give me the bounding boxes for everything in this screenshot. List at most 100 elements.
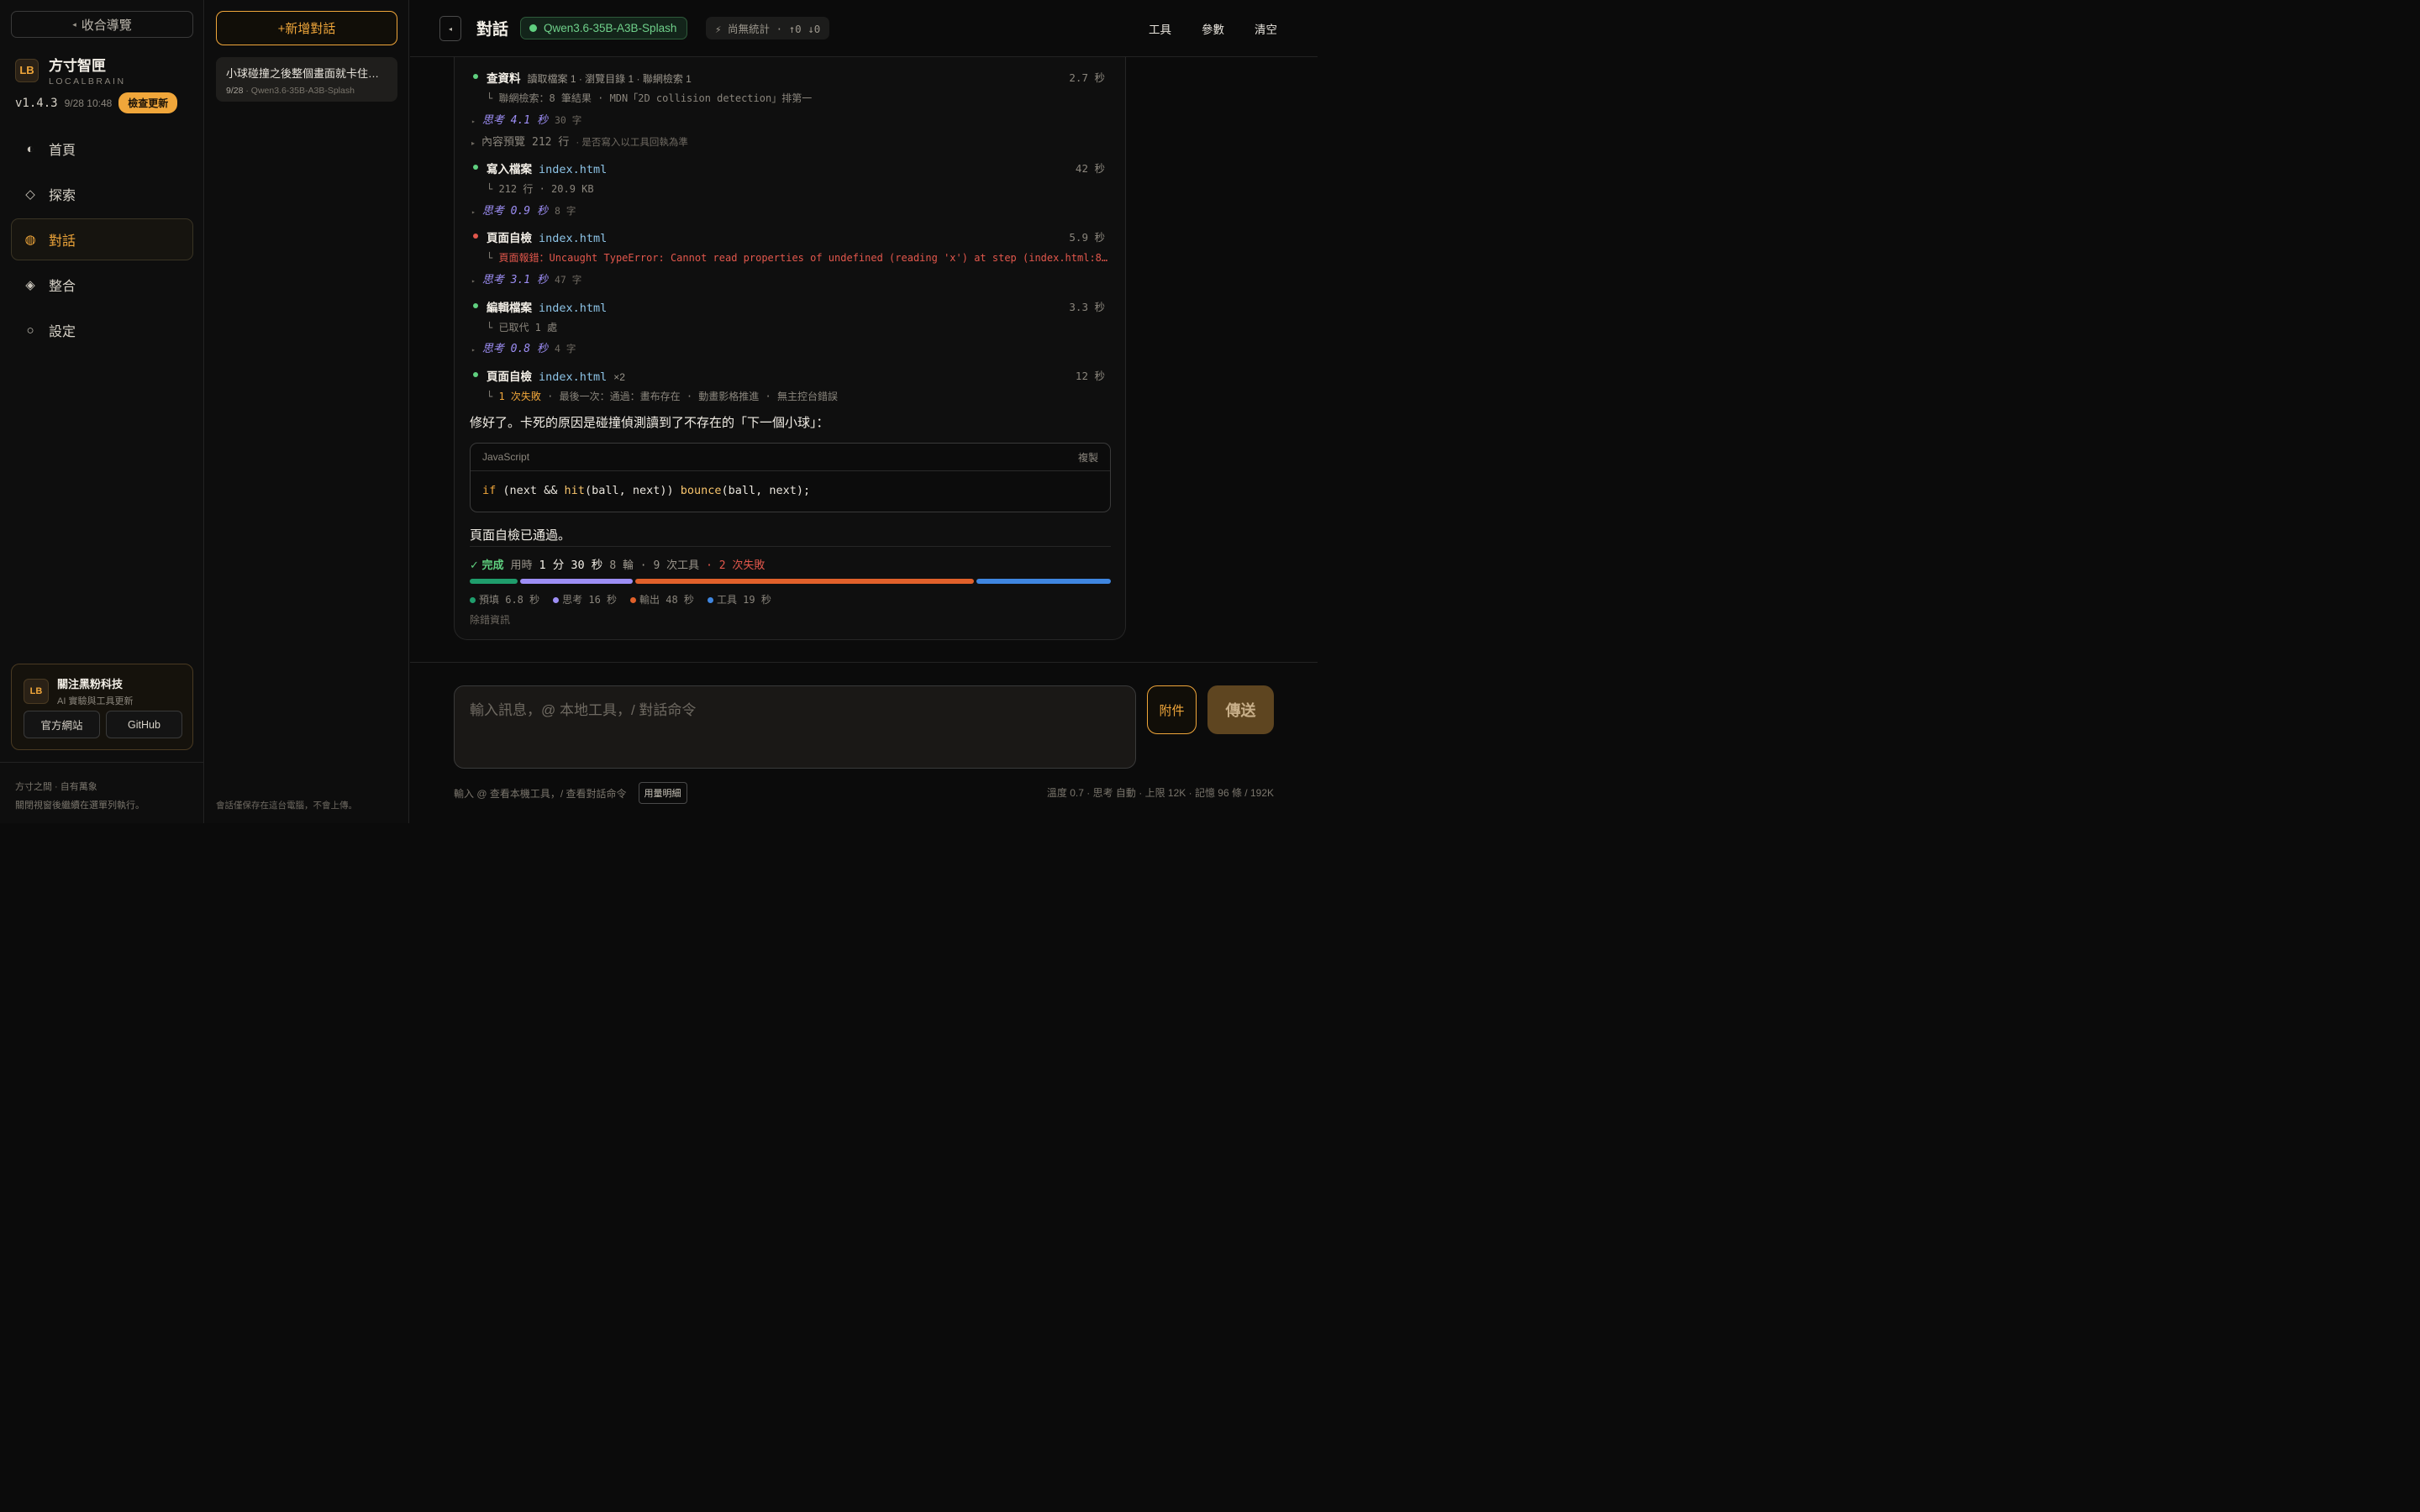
legend-item: 思考 16 秒 [553,592,617,606]
thinking-block[interactable]: ▸ 思考 3.1 秒 47 字 [471,270,581,286]
explore-icon: ◇ [25,187,35,202]
tool-step: 編輯檔案 index.html 3.3 秒 └ 已取代 1 處 [470,298,1108,334]
timing-bar [470,579,1111,584]
check-update-button[interactable]: 檢查更新 [118,92,178,113]
step-time: 42 秒 [1075,162,1105,175]
success-dot-icon [473,165,478,170]
fail-count: · 2 次失敗 [706,559,765,572]
answer-text: 頁面自檢已通過。 [470,528,571,543]
rounds-info: 8 輪 · 9 次工具 [609,559,700,572]
legend-label: 輸出 48 秒 [639,594,694,606]
sidebar-item-label: 對話 [49,234,76,249]
step-file: index.html [539,232,608,245]
message-input[interactable]: 輸入訊息，@ 本地工具，/ 對話命令 [454,685,1136,769]
follow-title: 關注黑粉科技 [57,678,124,690]
step-label: 頁面自檢 [487,370,532,383]
success-dot-icon [473,74,478,79]
legend-dot-icon [553,597,560,603]
collapse-nav-button[interactable]: ◂ 收合導覽 [11,11,193,38]
copy-code-button[interactable]: 複製 [1078,450,1098,465]
sidebar-item-explore[interactable]: ◇ 探索 [11,173,193,215]
timing-legend: 預填 6.8 秒 思考 16 秒 輸出 48 秒 工具 19 秒 [470,592,771,606]
legend-item: 預填 6.8 秒 [470,592,539,606]
attach-button[interactable]: 附件 [1147,685,1197,734]
settings-icon: ○ [26,323,34,338]
sidebar-nav: ◐ 首頁 ◇ 探索 ◍ 對話 ◈ 整合 ○ 設定 [11,128,193,354]
model-status: 溫度 0.7 · 思考 自動 · 上限 12K · 記憶 96 條 / 192K [1046,787,1274,799]
step-fail-count: 1 次失敗 [498,391,541,402]
model-name: Qwen3.6-35B-A3B-Splash [544,22,677,34]
done-status: ✓ 完成 [470,559,504,571]
thinking-chars: 47 字 [554,274,582,286]
preview-note: · 是否寫入以工具回執為準 [576,138,688,148]
conversation-item[interactable]: 小球碰撞之後整個畫面就卡住了，幫我看看 9/28 · Qwen3.6-35B-A… [216,57,397,102]
legend-item: 工具 19 秒 [707,592,771,606]
timing-segment [520,579,634,584]
step-error-prefix: 頁面報錯： [498,252,550,264]
content-preview[interactable]: ▸ 內容預覽 212 行 · 是否寫入以工具回執為準 [471,133,688,149]
github-button[interactable]: GitHub [106,711,182,738]
conversation-title: 小球碰撞之後整個畫面就卡住了，幫我看看 [226,67,387,80]
hint-text: 輸入 @ 查看本機工具，/ 查看對話命令 [454,787,627,800]
debug-info-link[interactable]: 除錯資訊 [470,612,510,627]
thinking-block[interactable]: ▸ 思考 4.1 秒 30 字 [471,111,581,127]
conversation-model: · Qwen3.6-35B-A3B-Splash [245,86,355,96]
new-conversation-button[interactable]: +新增對話 [216,11,397,45]
thinking-time: 思考 0.9 秒 [481,205,548,218]
thinking-time: 思考 0.8 秒 [481,343,548,355]
thinking-chars: 30 字 [554,114,582,126]
duration-value: 1 分 30 秒 [539,559,603,572]
home-icon: ◐ [26,141,34,156]
sidebar-item-integrations[interactable]: ◈ 整合 [11,264,193,306]
send-button[interactable]: 傳送 [1207,685,1274,734]
chevron-right-icon: ▸ [471,208,476,216]
page-title: 對話 [476,21,509,39]
conversation-list: +新增對話 小球碰撞之後整個畫面就卡住了，幫我看看 9/28 · Qwen3.6… [205,0,409,823]
sidebar-item-settings[interactable]: ○ 設定 [11,309,193,351]
step-time: 3.3 秒 [1069,301,1105,313]
tool-step: 頁面自檢 index.html 5.9 秒 └ 頁面報錯：Uncaught Ty… [470,228,1108,265]
tool-step: 寫入檔案 index.html 42 秒 └ 212 行 · 20.9 KB [470,160,1108,196]
legend-dot-icon [470,597,476,603]
chevron-left-icon: ◂ [72,19,76,29]
sidebar-item-home[interactable]: ◐ 首頁 [11,128,193,170]
chevron-right-icon: ▸ [471,118,476,125]
sidebar-item-label: 設定 [49,325,76,339]
step-time: 12 秒 [1075,370,1105,382]
duration-label: 用時 [510,559,533,571]
model-selector[interactable]: Qwen3.6-35B-A3B-Splash [520,17,688,39]
sidebar-item-chat[interactable]: ◍ 對話 [11,218,193,260]
chat-main: ◂ 對話 Qwen3.6-35B-A3B-Splash ⚡ 尚無統計 · ↑0 … [410,0,1318,823]
legend-label: 思考 16 秒 [562,594,618,606]
toggle-panel-button[interactable]: ◂ [439,16,461,41]
divider [410,662,1318,663]
brand: LB 方寸智匣 LOCALBRAIN [15,54,126,87]
thinking-block[interactable]: ▸ 思考 0.9 秒 8 字 [471,202,576,218]
usage-details-button[interactable]: 用量明細 [638,782,687,804]
preview-label: 內容預覽 [481,135,526,148]
step-label: 查資料 [487,72,521,85]
sidebar-item-label: 整合 [49,280,76,294]
chevron-left-icon: ◂ [448,24,452,33]
official-site-button[interactable]: 官方網站 [24,711,100,738]
assistant-message: 查資料 讀取檔案 1 · 瀏覽目錄 1 · 聯網檢索 1 2.7 秒 └ 聯網檢… [454,57,1126,640]
tools-button[interactable]: 工具 [1149,20,1171,37]
clear-button[interactable]: 清空 [1255,20,1277,37]
topbar: ◂ 對話 Qwen3.6-35B-A3B-Splash ⚡ 尚無統計 · ↑0 … [410,0,1318,57]
step-error-detail: Uncaught TypeError: Cannot read properti… [549,252,1108,264]
brand-subtitle: LOCALBRAIN [49,76,126,87]
step-repeat-count: ×2 [613,371,625,383]
legend-dot-icon [707,597,713,603]
sidebar-footer: 方寸之間 · 自有萬象 關閉視窗後繼續在選單列執行。 [0,762,204,830]
conversation-date: 9/28 [226,86,244,96]
answer-text: 修好了。卡死的原因是碰撞偵測讀到了不存在的「下一個小球」： [470,416,829,430]
thinking-block[interactable]: ▸ 思考 0.8 秒 4 字 [471,339,576,355]
chevron-right-icon: ▸ [471,346,476,354]
version-row: v1.4.3 9/28 10:48 檢查更新 [15,92,178,113]
success-dot-icon [473,303,478,308]
step-detail: 聯網檢索：8 筆結果 · MDN「2D collision detection」… [498,92,813,104]
params-button[interactable]: 參數 [1202,20,1224,37]
error-dot-icon [473,234,478,239]
input-hint: 輸入 @ 查看本機工具，/ 查看對話命令 用量明細 [454,782,687,804]
step-file: index.html [539,370,608,384]
